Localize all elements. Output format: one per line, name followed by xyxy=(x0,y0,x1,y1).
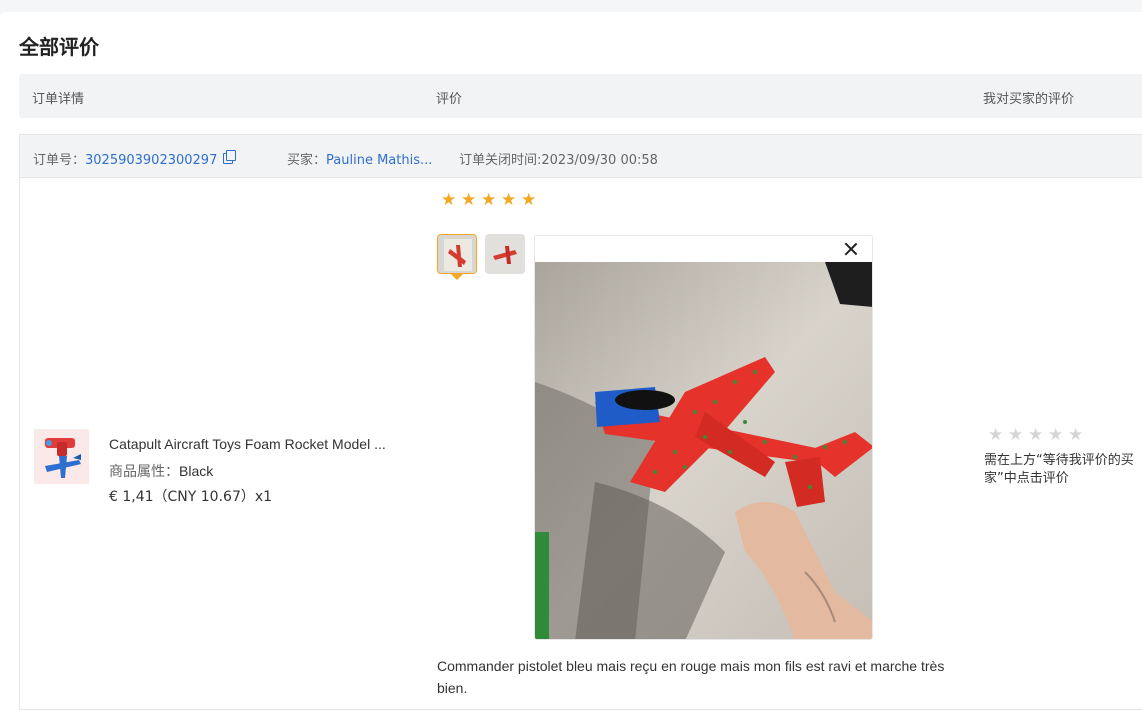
header-order-details: 订单详情 xyxy=(32,92,85,107)
star-icon: ★ xyxy=(988,425,1004,445)
review-photo-1-icon xyxy=(438,235,476,273)
header-review: 评价 xyxy=(436,92,463,107)
star-icon: ★ xyxy=(481,190,497,210)
product-attribute-label: 商品属性： xyxy=(109,464,179,480)
product-name[interactable]: Catapult Aircraft Toys Foam Rocket Model… xyxy=(109,436,386,452)
review-photo-large xyxy=(535,262,872,639)
star-icon: ★ xyxy=(1028,425,1044,445)
page-title: 全部评价 xyxy=(19,35,99,59)
thumb-caret xyxy=(451,274,463,280)
product-price: € 1,41（CNY 10.67）x1 xyxy=(109,489,273,505)
toy-plane-icon xyxy=(35,430,89,484)
review-photo-thumb-2[interactable] xyxy=(485,234,525,274)
header-my-review: 我对买家的评价 xyxy=(983,92,1075,107)
my-review-note: 需在上方“等待我评价的买家”中点击评价 xyxy=(984,453,1134,486)
my-rating: ★ ★ ★ ★ ★ xyxy=(988,425,1084,445)
buyer-label: 买家： xyxy=(287,153,327,168)
review-rating: ★ ★ ★ ★ ★ xyxy=(441,190,537,210)
copy-icon[interactable] xyxy=(223,150,236,164)
product-thumbnail[interactable] xyxy=(34,429,89,484)
review-comment: Commander pistolet bleu mais reçu en rou… xyxy=(437,658,945,696)
buyer: 买家：Pauline Mathis... xyxy=(287,149,432,168)
order-number-link[interactable]: 3025903902300297 xyxy=(85,153,217,168)
buyer-link[interactable]: Pauline Mathis... xyxy=(326,153,432,168)
star-icon: ★ xyxy=(1008,425,1024,445)
star-icon: ★ xyxy=(461,190,477,210)
star-icon: ★ xyxy=(501,190,517,210)
product-attribute: 商品属性：Black xyxy=(109,461,213,481)
reviews-card: 全部评价 订单详情 评价 我对买家的评价 订单号：302590390230029… xyxy=(0,12,1142,710)
star-icon: ★ xyxy=(1048,425,1064,445)
order-header: 订单号：3025903902300297 买家：Pauline Mathis..… xyxy=(20,135,1142,178)
review-photo-thumb-1[interactable] xyxy=(437,234,477,274)
order-number: 订单号：3025903902300297 xyxy=(33,149,217,168)
photo-preview xyxy=(534,235,873,640)
order-row: 订单号：3025903902300297 买家：Pauline Mathis..… xyxy=(19,134,1142,710)
star-icon: ★ xyxy=(1068,425,1084,445)
close-icon[interactable] xyxy=(842,240,860,258)
star-icon: ★ xyxy=(441,190,457,210)
star-icon: ★ xyxy=(521,190,537,210)
product-attribute-value: Black xyxy=(179,463,214,479)
order-closed-time: 订单关闭时间:2023/09/30 00:58 xyxy=(459,153,658,168)
review-photo-2-icon xyxy=(485,234,525,274)
table-header: 订单详情 评价 我对买家的评价 xyxy=(19,74,1142,118)
order-number-label: 订单号： xyxy=(33,153,86,168)
